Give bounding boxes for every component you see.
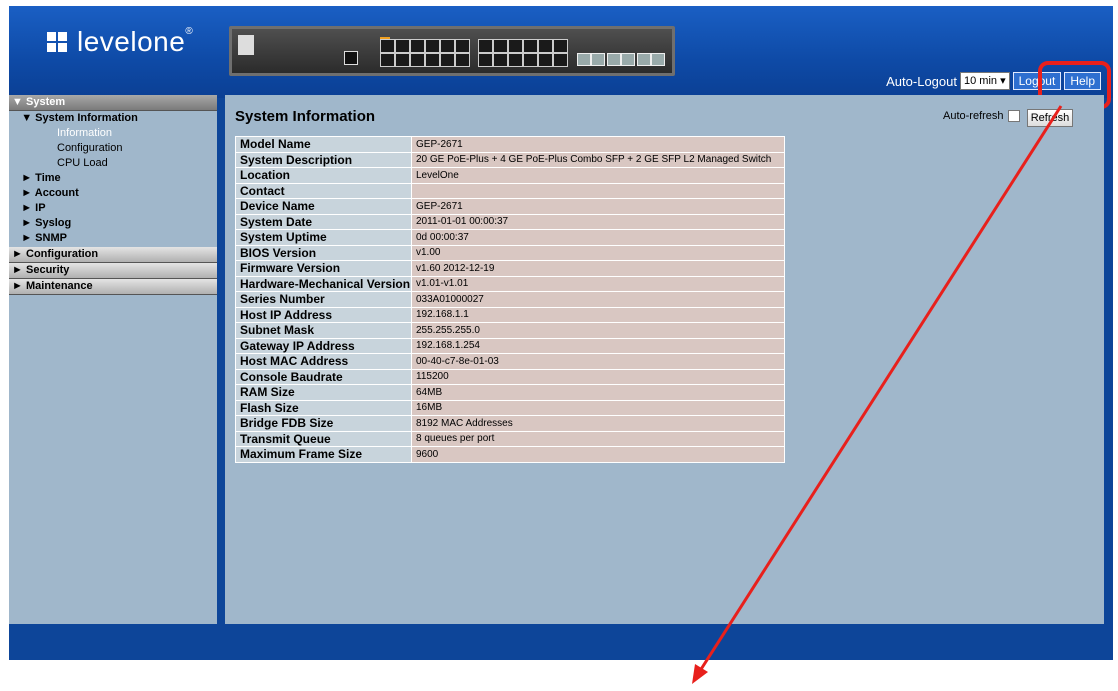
row-value: v1.01-v1.01 — [411, 275, 785, 292]
table-row: RAM Size 64MB — [235, 384, 785, 401]
sidebar-nav: ▼ System ▼ System Information Informatio… — [9, 95, 217, 624]
table-row: Location LevelOne — [235, 167, 785, 184]
row-value: v1.00 — [411, 244, 785, 261]
table-row: Series Number 033A01000027 — [235, 291, 785, 308]
row-key: Subnet Mask — [235, 322, 412, 339]
row-key: System Uptime — [235, 229, 412, 246]
row-value: 9600 — [411, 446, 785, 463]
row-value: GEP-2671 — [411, 198, 785, 215]
device-logo — [238, 35, 254, 55]
sidebar-item-ip[interactable]: ► IP — [9, 201, 217, 216]
sidebar-item-system[interactable]: ▼ System — [9, 95, 217, 111]
table-row: Flash Size 16MB — [235, 399, 785, 416]
dropdown-arrow-icon: ▾ — [1000, 75, 1006, 87]
main-panel: System Information Auto-refresh Refresh … — [225, 95, 1104, 624]
row-key: Bridge FDB Size — [235, 415, 412, 432]
row-key: Maximum Frame Size — [235, 446, 412, 463]
sidebar-item-snmp[interactable]: ► SNMP — [9, 231, 217, 246]
row-key: RAM Size — [235, 384, 412, 401]
table-row: Transmit Queue 8 queues per port — [235, 430, 785, 447]
sidebar-item-time[interactable]: ► Time — [9, 171, 217, 186]
row-value: 8 queues per port — [411, 430, 785, 447]
table-row: Firmware Version v1.60 2012-12-19 — [235, 260, 785, 277]
row-value: 255.255.255.0 — [411, 322, 785, 339]
row-value: 033A01000027 — [411, 291, 785, 308]
logo-text: levelone — [77, 26, 186, 57]
row-key: Host IP Address — [235, 306, 412, 323]
table-row: Model Name GEP-2671 — [235, 136, 785, 153]
table-row: Maximum Frame Size 9600 — [235, 446, 785, 463]
table-row: System Description 20 GE PoE-Plus + 4 GE … — [235, 151, 785, 168]
logo-mark-icon — [47, 30, 69, 54]
row-key: Transmit Queue — [235, 430, 412, 447]
row-value: 00-40-c7-8e-01-03 — [411, 353, 785, 370]
row-value — [411, 182, 785, 199]
row-key: Flash Size — [235, 399, 412, 416]
row-value: 20 GE PoE-Plus + 4 GE PoE-Plus Combo SFP… — [411, 151, 785, 168]
auto-refresh-label: Auto-refresh — [943, 110, 1004, 122]
auto-refresh-control: Auto-refresh — [943, 110, 1020, 122]
table-row: Bridge FDB Size 8192 MAC Addresses — [235, 415, 785, 432]
row-key: Series Number — [235, 291, 412, 308]
table-row: BIOS Version v1.00 — [235, 244, 785, 261]
row-value: 192.168.1.1 — [411, 306, 785, 323]
table-row: Gateway IP Address 192.168.1.254 — [235, 337, 785, 354]
row-key: Device Name — [235, 198, 412, 215]
table-row: System Date 2011-01-01 00:00:37 — [235, 213, 785, 230]
console-port — [344, 51, 358, 65]
table-row: System Uptime 0d 00:00:37 — [235, 229, 785, 246]
row-value: v1.60 2012-12-19 — [411, 260, 785, 277]
sidebar-item-configuration-sub[interactable]: Configuration — [57, 141, 217, 156]
footer-bar — [9, 628, 1113, 660]
row-key: System Date — [235, 213, 412, 230]
sidebar-item-configuration[interactable]: ► Configuration — [9, 247, 217, 263]
sidebar-item-information[interactable]: Information — [57, 126, 217, 141]
arrow-head-icon — [692, 664, 708, 684]
app-frame: levelone® Auto-Logout 10 min ▾ Logout He… — [9, 6, 1113, 660]
row-key: BIOS Version — [235, 244, 412, 261]
row-value: GEP-2671 — [411, 136, 785, 153]
sidebar-item-system-information[interactable]: ▼ System Information — [9, 111, 217, 126]
sidebar-item-account[interactable]: ► Account — [9, 186, 217, 201]
table-row: Contact — [235, 182, 785, 199]
row-key: Hardware-Mechanical Version — [235, 275, 412, 292]
row-key: Location — [235, 167, 412, 184]
table-row: Device Name GEP-2671 — [235, 198, 785, 215]
row-key: Console Baudrate — [235, 368, 412, 385]
auto-logout-label: Auto-Logout — [886, 73, 957, 89]
row-value: 64MB — [411, 384, 785, 401]
table-row: Host IP Address 192.168.1.1 — [235, 306, 785, 323]
sidebar-item-security[interactable]: ► Security — [9, 263, 217, 279]
device-front-panel-image — [229, 26, 675, 76]
row-key: Contact — [235, 182, 412, 199]
row-key: Model Name — [235, 136, 412, 153]
row-value: 0d 00:00:37 — [411, 229, 785, 246]
row-key: Firmware Version — [235, 260, 412, 277]
auto-refresh-checkbox[interactable] — [1007, 110, 1020, 122]
row-value: 2011-01-01 00:00:37 — [411, 213, 785, 230]
table-row: Host MAC Address 00-40-c7-8e-01-03 — [235, 353, 785, 370]
row-value: 16MB — [411, 399, 785, 416]
brand-logo: levelone® — [47, 26, 193, 58]
sidebar-item-maintenance[interactable]: ► Maintenance — [9, 279, 217, 295]
row-value: 115200 — [411, 368, 785, 385]
header: levelone® Auto-Logout 10 min ▾ Logout He… — [9, 6, 1113, 98]
row-key: Host MAC Address — [235, 353, 412, 370]
table-row: Hardware-Mechanical Version v1.01-v1.01 — [235, 275, 785, 292]
auto-logout-select[interactable]: 10 min ▾ — [959, 72, 1010, 90]
sidebar-item-syslog[interactable]: ► Syslog — [9, 216, 217, 231]
table-row: Console Baudrate 115200 — [235, 368, 785, 385]
sidebar-item-cpu-load[interactable]: CPU Load — [57, 156, 217, 171]
row-value: LevelOne — [411, 167, 785, 184]
row-key: System Description — [235, 151, 412, 168]
row-value: 8192 MAC Addresses — [411, 415, 785, 432]
row-value: 192.168.1.254 — [411, 337, 785, 354]
table-row: Subnet Mask 255.255.255.0 — [235, 322, 785, 339]
page-title: System Information — [235, 108, 376, 125]
system-info-table: Model Name GEP-2671 System Description 20 G… — [235, 136, 785, 463]
row-key: Gateway IP Address — [235, 337, 412, 354]
refresh-button[interactable]: Refresh — [1027, 109, 1073, 127]
